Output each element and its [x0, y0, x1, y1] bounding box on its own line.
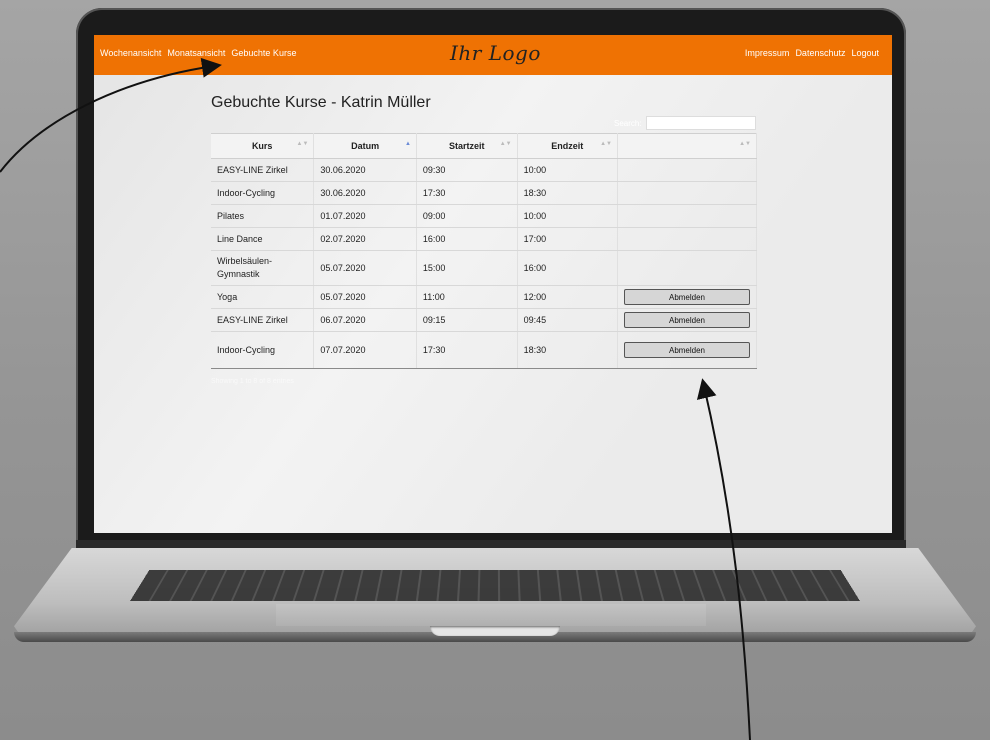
laptop-trackpad	[276, 604, 706, 626]
cell-action	[617, 227, 757, 251]
cell-datum: 07.07.2020	[313, 331, 417, 369]
cell-action: Abmelden	[617, 331, 757, 369]
cell-datum: 05.07.2020	[313, 285, 417, 309]
column-header-actions[interactable]: ▲▼	[617, 133, 757, 159]
cell-endzeit: 17:00	[517, 227, 619, 251]
nav-logout[interactable]: Logout	[851, 48, 879, 58]
table-row: Pilates 01.07.2020 09:00 10:00	[211, 204, 757, 228]
cell-startzeit: 09:30	[416, 158, 518, 182]
laptop-notch	[430, 626, 560, 636]
cell-action: Abmelden	[617, 285, 757, 309]
search-label: Search:	[614, 118, 642, 128]
table-header-row: Kurs ▲▼ Datum ▲ Startzeit ▲▼ Endzeit ▲▼	[211, 133, 757, 159]
search-input[interactable]	[645, 116, 756, 130]
cell-startzeit: 15:00	[416, 250, 518, 286]
table-row: Yoga 05.07.2020 11:00 12:00 Abmelden	[211, 285, 757, 309]
nav-left: Wochenansicht Monatsansicht Gebuchte Kur…	[100, 48, 296, 58]
cell-datum: 30.06.2020	[313, 181, 417, 205]
column-header-label: Kurs	[251, 141, 273, 151]
abmelden-button[interactable]: Abmelden	[624, 289, 750, 305]
cell-endzeit: 10:00	[517, 158, 619, 182]
cell-datum: 30.06.2020	[313, 158, 417, 182]
cell-kurs: Yoga	[211, 285, 315, 309]
sort-icon: ▲▼	[499, 141, 512, 147]
column-header-endzeit[interactable]: Endzeit ▲▼	[517, 133, 619, 159]
column-header-label: Endzeit	[551, 141, 584, 151]
table-row: Wirbelsäulen-Gymnastik 05.07.2020 15:00 …	[211, 250, 757, 286]
table-row: EASY-LINE Zirkel 06.07.2020 09:15 09:45 …	[211, 308, 757, 332]
nav-right: Impressum Datenschutz Logout	[745, 48, 879, 58]
cell-startzeit: 17:30	[416, 331, 518, 369]
cell-datum: 05.07.2020	[313, 250, 417, 286]
table-info-text: Showing 1 to 8 of 8 entries	[211, 378, 294, 385]
laptop-screen: Wochenansicht Monatsansicht Gebuchte Kur…	[94, 35, 892, 533]
cell-action	[617, 158, 757, 182]
cell-datum: 01.07.2020	[313, 204, 417, 228]
abmelden-button[interactable]: Abmelden	[624, 342, 750, 358]
table-row: Indoor-Cycling 07.07.2020 17:30 18:30 Ab…	[211, 331, 757, 369]
sort-icon: ▲▼	[600, 141, 612, 147]
cell-startzeit: 11:00	[416, 285, 518, 309]
cell-action	[617, 181, 757, 205]
search-bar: Search:	[614, 116, 756, 130]
laptop-keyboard	[130, 569, 860, 601]
nav-gebuchte-kurse[interactable]: Gebuchte Kurse	[231, 48, 296, 58]
column-header-kurs[interactable]: Kurs ▲▼	[211, 133, 315, 159]
cell-kurs: EASY-LINE Zirkel	[211, 158, 315, 182]
cell-datum: 06.07.2020	[313, 308, 417, 332]
nav-impressum[interactable]: Impressum	[745, 48, 790, 58]
nav-wochenansicht[interactable]: Wochenansicht	[100, 48, 161, 58]
table-row: EASY-LINE Zirkel 30.06.2020 09:30 10:00	[211, 158, 757, 182]
column-header-label: Startzeit	[448, 141, 485, 151]
cell-action	[617, 204, 757, 228]
cell-startzeit: 16:00	[416, 227, 518, 251]
cell-endzeit: 12:00	[517, 285, 619, 309]
cell-startzeit: 09:15	[416, 308, 518, 332]
table-row: Indoor-Cycling 30.06.2020 17:30 18:30	[211, 181, 757, 205]
nav-monatsansicht[interactable]: Monatsansicht	[167, 48, 225, 58]
nav-datenschutz[interactable]: Datenschutz	[795, 48, 845, 58]
cell-endzeit: 18:30	[517, 331, 619, 369]
page-title: Gebuchte Kurse - Katrin Müller	[211, 94, 431, 111]
cell-kurs: EASY-LINE Zirkel	[211, 308, 315, 332]
cell-endzeit: 16:00	[517, 250, 619, 286]
column-header-datum[interactable]: Datum ▲	[313, 133, 417, 159]
column-header-label: Datum	[351, 141, 380, 151]
cell-startzeit: 09:00	[416, 204, 518, 228]
booked-courses-table: Kurs ▲▼ Datum ▲ Startzeit ▲▼ Endzeit ▲▼	[211, 133, 757, 369]
cell-startzeit: 17:30	[416, 181, 518, 205]
cell-datum: 02.07.2020	[313, 227, 417, 251]
cell-action: Abmelden	[617, 308, 757, 332]
sort-ascending-icon: ▲	[404, 141, 411, 147]
cell-action	[617, 250, 757, 286]
cell-endzeit: 09:45	[517, 308, 619, 332]
table-row: Line Dance 02.07.2020 16:00 17:00	[211, 227, 757, 251]
cell-kurs: Line Dance	[211, 227, 315, 251]
brand-logo[interactable]: Ihr Logo	[450, 41, 541, 65]
cell-endzeit: 10:00	[517, 204, 619, 228]
sort-icon: ▲▼	[296, 141, 309, 147]
cell-kurs: Wirbelsäulen-Gymnastik	[211, 250, 315, 286]
cell-kurs: Indoor-Cycling	[211, 331, 315, 369]
abmelden-button[interactable]: Abmelden	[624, 312, 750, 328]
cell-endzeit: 18:30	[517, 181, 619, 205]
top-navbar: Wochenansicht Monatsansicht Gebuchte Kur…	[94, 35, 892, 75]
column-header-startzeit[interactable]: Startzeit ▲▼	[416, 133, 518, 159]
sort-icon: ▲▼	[739, 141, 751, 147]
cell-kurs: Indoor-Cycling	[211, 181, 315, 205]
cell-kurs: Pilates	[211, 204, 315, 228]
